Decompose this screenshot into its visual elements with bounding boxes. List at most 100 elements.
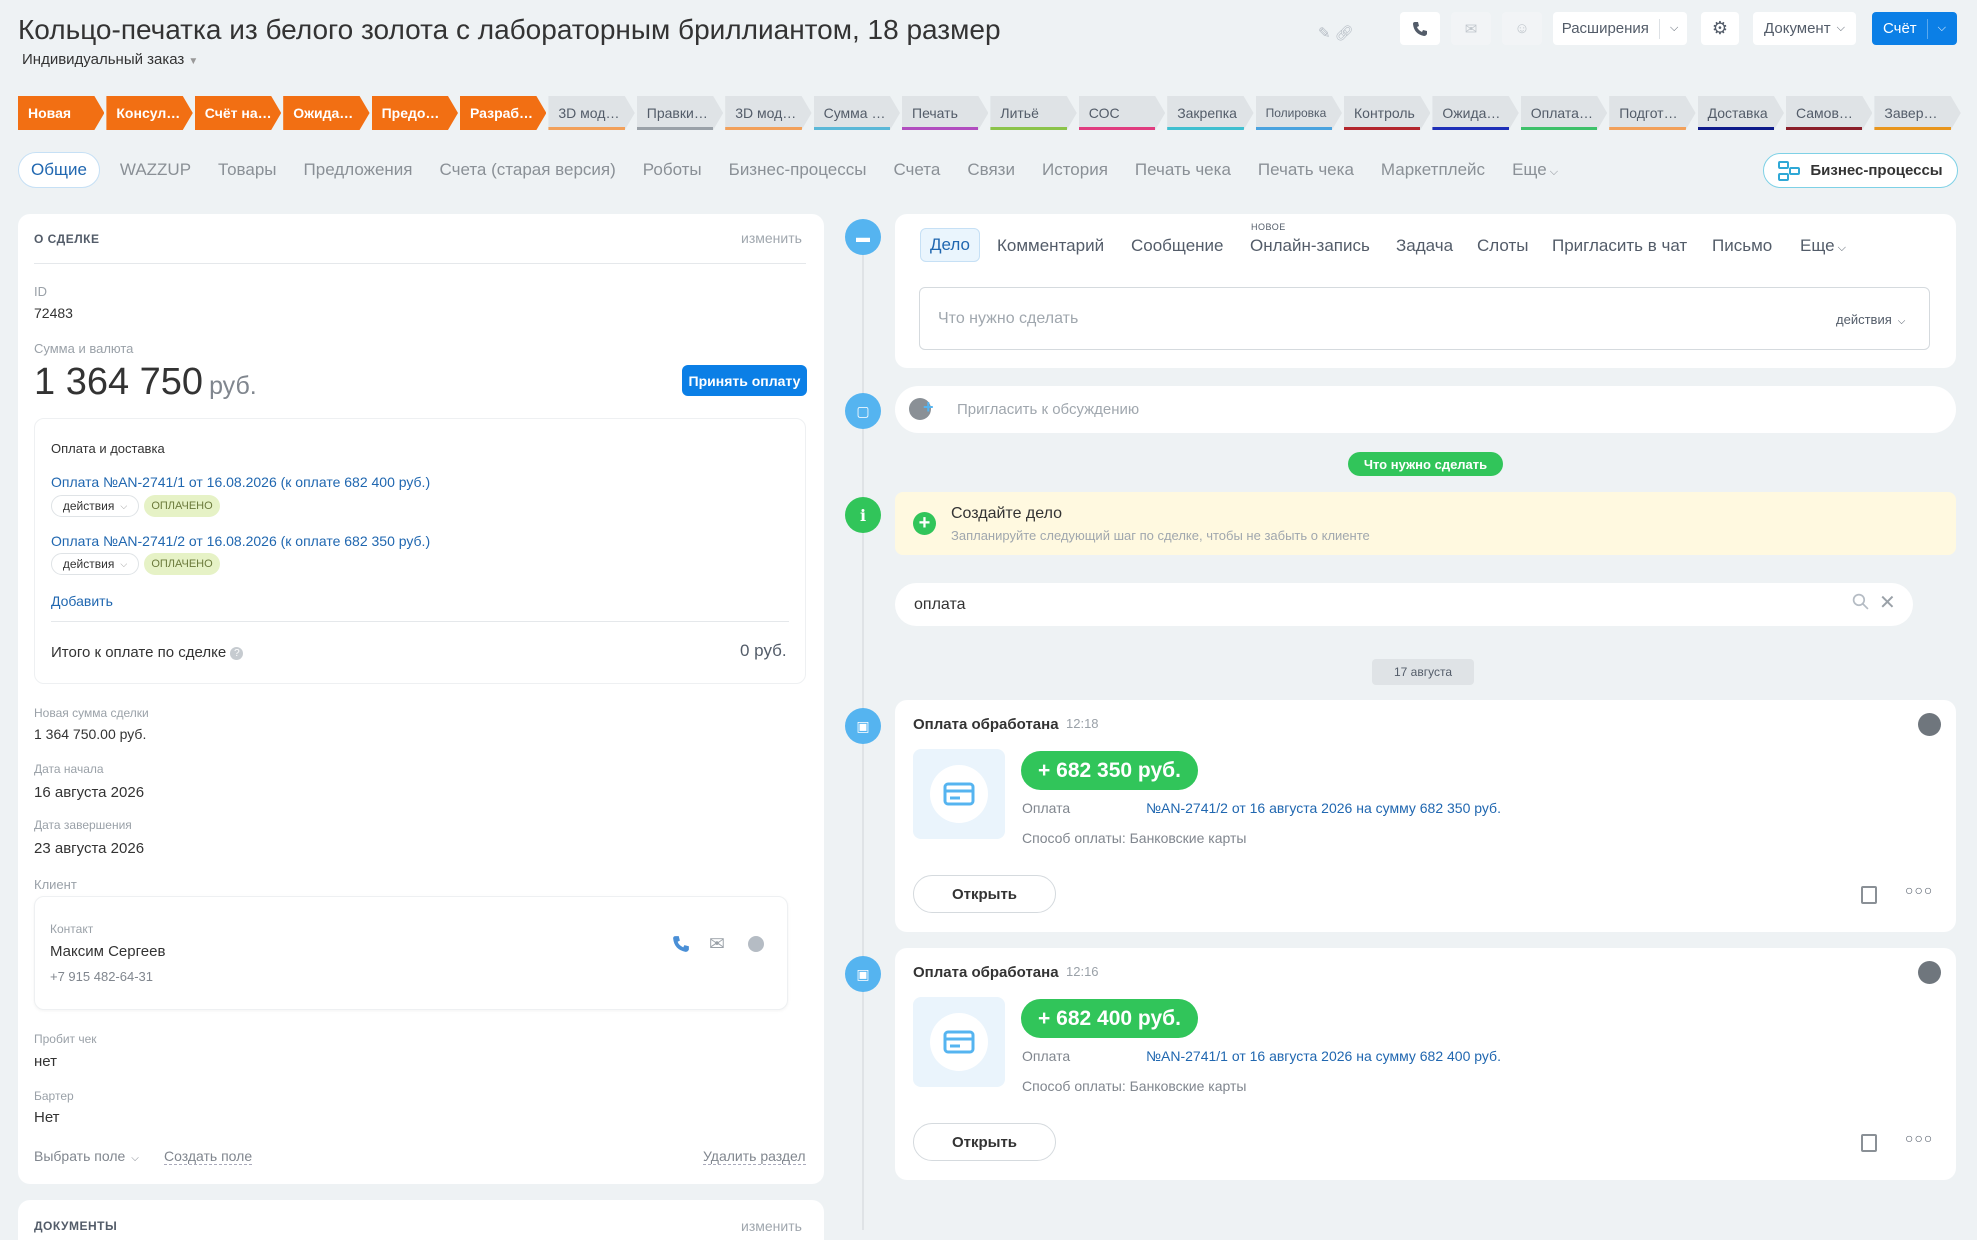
tab-6[interactable]: Роботы <box>643 160 702 180</box>
stage-6[interactable]: Разраб… <box>460 96 546 130</box>
invoice-button[interactable]: Счёт ⌵ <box>1872 12 1957 45</box>
business-processes-button[interactable]: Бизнес-процессы <box>1763 153 1958 188</box>
stage-10[interactable]: Сумма … <box>814 96 900 130</box>
call-button[interactable] <box>1400 12 1440 45</box>
note-icon[interactable] <box>1861 1134 1877 1152</box>
tab-4[interactable]: Предложения <box>304 160 413 180</box>
email-contact-icon[interactable]: ✉ <box>709 933 725 956</box>
settings-button[interactable]: ⚙ <box>1701 12 1739 45</box>
stage-11[interactable]: Печать <box>902 96 988 130</box>
document-button[interactable]: Документ ⌵ <box>1753 12 1856 45</box>
stage-color-bar <box>1167 127 1243 130</box>
more-icon[interactable]: ○○○ <box>1905 882 1933 898</box>
stage-18[interactable]: Оплата… <box>1521 96 1607 130</box>
payment-doc-link[interactable]: №AN-2741/1 от 16 августа 2026 на сумму 6… <box>1146 1048 1501 1064</box>
edit-section-link[interactable]: изменить <box>741 230 802 246</box>
stage-1[interactable]: Новая <box>18 96 104 130</box>
clear-search-icon[interactable]: ✕ <box>1879 590 1896 615</box>
tab-13[interactable]: Маркетплейс <box>1381 160 1485 180</box>
status-badge: ОПЛАЧЕНО <box>144 495 220 517</box>
stage-3[interactable]: Счёт на… <box>195 96 281 130</box>
payment-actions-dropdown[interactable]: действия ⌵ <box>51 553 139 575</box>
deal-category[interactable]: Индивидуальный заказ ▼ <box>22 51 198 68</box>
stage-16[interactable]: Контроль <box>1344 96 1430 130</box>
stage-5[interactable]: Предо… <box>372 96 458 130</box>
create-field-link[interactable]: Создать поле <box>164 1148 253 1165</box>
editor-tab-4[interactable]: Онлайн-запись <box>1250 236 1370 256</box>
payment-label: Оплата <box>1022 1048 1071 1064</box>
tab-8[interactable]: Счета <box>893 160 940 180</box>
tab-12[interactable]: Печать чека <box>1258 160 1354 180</box>
user-avatar-icon[interactable] <box>1918 961 1941 984</box>
delete-section-link[interactable]: Удалить раздел <box>703 1148 806 1165</box>
tab-14[interactable]: Еще ⌵ <box>1512 160 1558 180</box>
chat-contact-icon[interactable] <box>748 936 764 952</box>
stage-4[interactable]: Ожида… <box>283 96 369 130</box>
tab-1[interactable]: Общие <box>18 152 100 188</box>
email-button[interactable]: ✉ <box>1451 12 1491 45</box>
help-icon[interactable]: ? <box>230 646 244 660</box>
editor-tab-3[interactable]: Сообщение <box>1131 236 1224 256</box>
stage-21[interactable]: Самов… <box>1786 96 1872 130</box>
call-contact-icon[interactable] <box>672 935 690 958</box>
contact-name[interactable]: Максим Сергеев <box>50 943 165 960</box>
payment-link[interactable]: Оплата №AN-2741/2 от 16.08.2026 (к оплат… <box>51 533 430 549</box>
stage-9[interactable]: 3D мод… <box>725 96 811 130</box>
stage-label: Доставка <box>1707 105 1768 121</box>
stage-label: Самов… <box>1796 105 1853 121</box>
tab-11[interactable]: Печать чека <box>1135 160 1231 180</box>
stage-14[interactable]: Закрепка <box>1167 96 1253 130</box>
user-avatar-icon[interactable] <box>1918 713 1941 736</box>
stage-12[interactable]: Литьё <box>990 96 1076 130</box>
editor-tab-6[interactable]: Слоты <box>1477 236 1528 256</box>
tab-2[interactable]: WAZZUP <box>120 160 191 180</box>
open-button[interactable]: Открыть <box>913 875 1056 913</box>
tab-7[interactable]: Бизнес-процессы <box>729 160 867 180</box>
open-button[interactable]: Открыть <box>913 1123 1056 1161</box>
link-icon[interactable]: 🔗︎ <box>1335 25 1358 42</box>
editor-tab-1[interactable]: Дело <box>920 228 980 262</box>
tab-5[interactable]: Счета (старая версия) <box>440 160 616 180</box>
tab-9[interactable]: Связи <box>967 160 1015 180</box>
stage-2[interactable]: Консул… <box>106 96 192 130</box>
note-icon[interactable] <box>1861 886 1877 904</box>
editor-tab-2[interactable]: Комментарий <box>997 236 1104 256</box>
pencil-icon[interactable]: ✎ <box>1318 25 1335 42</box>
editor-tab-8[interactable]: Письмо <box>1712 236 1772 256</box>
todo-actions-dropdown[interactable]: действия ⌵ <box>1836 312 1905 327</box>
payment-amount: + 682 400 руб. <box>1021 999 1198 1038</box>
plus-icon[interactable]: + <box>913 512 936 535</box>
timeline-search-input[interactable] <box>895 583 1913 626</box>
payment-doc-link[interactable]: №AN-2741/2 от 16 августа 2026 на сумму 6… <box>1146 800 1501 816</box>
editor-tab-7[interactable]: Пригласить в чат <box>1552 236 1687 256</box>
stage-17[interactable]: Ожида… <box>1432 96 1518 130</box>
stage-13[interactable]: СОС <box>1079 96 1165 130</box>
stage-7[interactable]: 3D мод… <box>548 96 634 130</box>
payment-link[interactable]: Оплата №AN-2741/1 от 16.08.2026 (к оплат… <box>51 474 430 490</box>
stage-15[interactable]: Полировка <box>1256 96 1342 130</box>
payment-actions-dropdown[interactable]: действия ⌵ <box>51 495 139 517</box>
edit-documents-link[interactable]: изменить <box>741 1218 802 1234</box>
editor-tab-5[interactable]: Задача <box>1396 236 1453 256</box>
payment-method: Способ оплаты: Банковские карты <box>1022 1078 1247 1094</box>
tab-3[interactable]: Товары <box>218 160 276 180</box>
tab-10[interactable]: История <box>1042 160 1108 180</box>
extensions-button[interactable]: Расширения ⌵ <box>1553 12 1687 45</box>
stage-19[interactable]: Подгот… <box>1609 96 1695 130</box>
search-icon[interactable] <box>1852 593 1869 615</box>
choose-field-link[interactable]: Выбрать поле ⌵ <box>34 1148 139 1164</box>
more-icon[interactable]: ○○○ <box>1905 1130 1933 1146</box>
stage-label: Ожида… <box>1442 105 1501 121</box>
contact-phone[interactable]: +7 915 482-64-31 <box>50 969 153 984</box>
stage-20[interactable]: Доставка <box>1698 96 1784 130</box>
stage-22[interactable]: Завер… <box>1874 96 1960 130</box>
field-value-start: 16 августа 2026 <box>34 784 145 801</box>
title-actions[interactable]: ✎🔗︎ <box>1318 24 1358 42</box>
chat-button[interactable]: ☺ <box>1502 12 1542 45</box>
stage-8[interactable]: Правки… <box>637 96 723 130</box>
add-payment-link[interactable]: Добавить <box>51 593 113 609</box>
accept-payment-button[interactable]: Принять оплату <box>682 365 807 396</box>
create-task-card[interactable] <box>895 492 1956 555</box>
editor-tab-9[interactable]: Еще ⌵ <box>1800 236 1846 256</box>
stage-label: Завер… <box>1884 105 1938 121</box>
